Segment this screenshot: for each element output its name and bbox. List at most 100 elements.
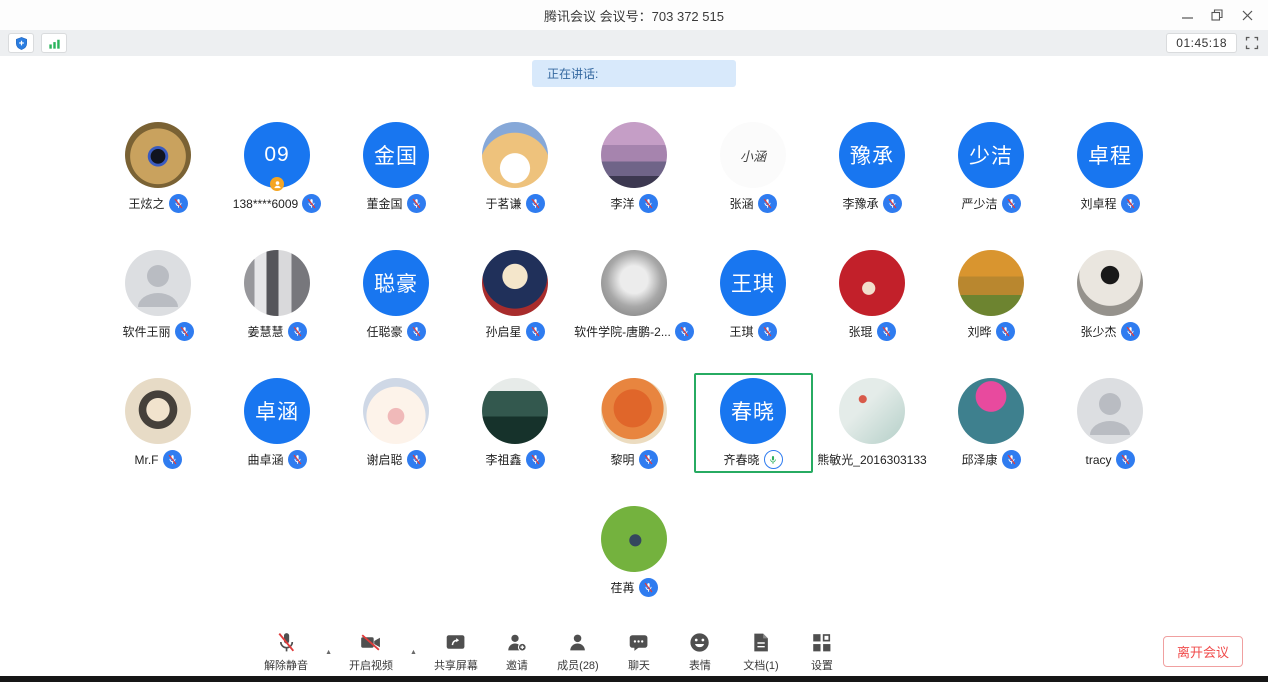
participant-name: 王琪 [729,323,753,340]
avatar-initials: 金国 [374,140,418,170]
participant-tile[interactable]: 黎明 [575,373,694,473]
toolbar-unmute-button[interactable]: 解除静音 [264,630,308,673]
bottom-toolbar: 解除静音 ▲ 开启视频 ▲ 共享屏幕 [0,632,1268,676]
close-button[interactable] [1232,0,1262,30]
document-icon [748,630,773,655]
avatar [601,122,667,188]
avatar-initials: 春晓 [731,396,775,426]
mic-off-icon [274,630,299,655]
participant-row: Mr.F 卓涵 曲卓涵 [96,373,1172,473]
avatar [839,378,905,444]
avatar [482,250,548,316]
network-status-button[interactable] [41,33,67,53]
bottom-edge-strip [0,676,1268,682]
toolbar-emoji-button[interactable]: 表情 [678,630,722,673]
avatar [125,250,191,316]
participant-tile[interactable]: 谢启聪 [337,373,456,473]
window-controls [1172,0,1262,30]
mic-muted-icon [407,450,426,469]
toolbar-start-video-button[interactable]: 开启视频 [349,630,393,673]
mic-muted-icon [1002,194,1021,213]
participant-tile[interactable]: 聪豪 任聪豪 [337,245,456,345]
participant-name: 张涵 [729,195,753,212]
avatar [482,122,548,188]
status-bar: 01:45:18 [0,30,1268,56]
participant-name: 董金国 [366,195,402,212]
avatar [363,378,429,444]
close-icon [1242,10,1253,21]
participant-tile[interactable]: 张琨 [813,245,932,345]
participant-tile[interactable]: 09 138****6009 [218,117,337,217]
mic-muted-icon [639,194,658,213]
toolbar-settings-button[interactable]: 设置 [800,630,844,673]
mic-muted-icon [1002,450,1021,469]
avatar: 少洁 [958,122,1024,188]
leave-meeting-button[interactable]: 离开会议 [1163,636,1243,667]
participant-tile[interactable]: 卓程 刘卓程 [1051,117,1170,217]
participant-name: tracy [1085,453,1111,467]
participant-tile[interactable]: 王炫之 [99,117,218,217]
participant-tile[interactable]: 姜慧慧 [218,245,337,345]
participant-tile[interactable]: 软件学院-唐鹏-2... [575,245,694,345]
participant-tile[interactable]: 邱泽康 [932,373,1051,473]
mic-on-icon [764,450,783,469]
meeting-security-button[interactable] [8,33,34,53]
participant-tile[interactable]: Mr.F [99,373,218,473]
mic-muted-icon [883,194,902,213]
participant-row: 王炫之 09 138****6009 [96,117,1172,217]
avatar [125,122,191,188]
participant-name: 张少杰 [1080,323,1116,340]
avatar [958,378,1024,444]
restore-button[interactable] [1202,0,1232,30]
mic-muted-icon [639,450,658,469]
mic-muted-icon [163,450,182,469]
participant-tile[interactable]: 金国 董金国 [337,117,456,217]
participant-tile[interactable]: 春晓 齐春晓 [694,373,813,473]
avatar [125,378,191,444]
participant-tile[interactable]: 软件王丽 [99,245,218,345]
participant-name: 张琨 [848,323,872,340]
participant-tile[interactable]: tracy [1051,373,1170,473]
window-title: 腾讯会议 会议号：703 372 515 [544,6,724,25]
mic-muted-icon [1121,322,1140,341]
toolbar-invite-button[interactable]: 邀请 [495,630,539,673]
minimize-button[interactable] [1172,0,1202,30]
participant-tile[interactable]: 豫承 李豫承 [813,117,932,217]
mic-muted-icon [1121,194,1140,213]
participant-tile[interactable]: 李洋 [575,117,694,217]
toolbar-docs-button[interactable]: 文档(1) [739,630,783,673]
meeting-timer: 01:45:18 [1166,33,1237,53]
participant-name: 曲卓涵 [247,451,283,468]
mic-options-arrow[interactable]: ▲ [325,649,332,656]
participant-tile[interactable]: 熊敏光_2016303133 [813,373,932,473]
toolbar-members-button[interactable]: 成员(28) [556,630,600,673]
participant-name: 荏苒 [610,579,634,596]
members-icon [565,630,590,655]
avatar: 卓程 [1077,122,1143,188]
participant-tile[interactable]: 于茗谦 [456,117,575,217]
toolbar-share-screen-button[interactable]: 共享屏幕 [434,630,478,673]
participant-tile[interactable]: 小涵 张涵 [694,117,813,217]
speaking-label: 正在讲话: [547,65,598,82]
participant-tile[interactable]: 荏苒 [575,501,694,601]
participant-tile[interactable]: 孙启星 [456,245,575,345]
emoji-icon [687,630,712,655]
settings-grid-icon [809,630,834,655]
participant-name: 姜慧慧 [247,323,283,340]
participant-name: 李祖鑫 [485,451,521,468]
phone-user-badge [270,177,284,191]
avatar [601,250,667,316]
participant-tile[interactable]: 刘晔 [932,245,1051,345]
mic-muted-icon [996,322,1015,341]
participant-tile[interactable]: 王琪 王琪 [694,245,813,345]
camera-options-arrow[interactable]: ▲ [410,649,417,656]
fullscreen-button[interactable] [1244,35,1260,51]
mic-muted-icon [526,450,545,469]
participant-tile[interactable]: 张少杰 [1051,245,1170,345]
toolbar-chat-button[interactable]: 聊天 [617,630,661,673]
participant-tile[interactable]: 少洁 严少洁 [932,117,1051,217]
participant-name: Mr.F [135,453,159,467]
participant-tile[interactable]: 卓涵 曲卓涵 [218,373,337,473]
mic-muted-icon [288,322,307,341]
participant-tile[interactable]: 李祖鑫 [456,373,575,473]
